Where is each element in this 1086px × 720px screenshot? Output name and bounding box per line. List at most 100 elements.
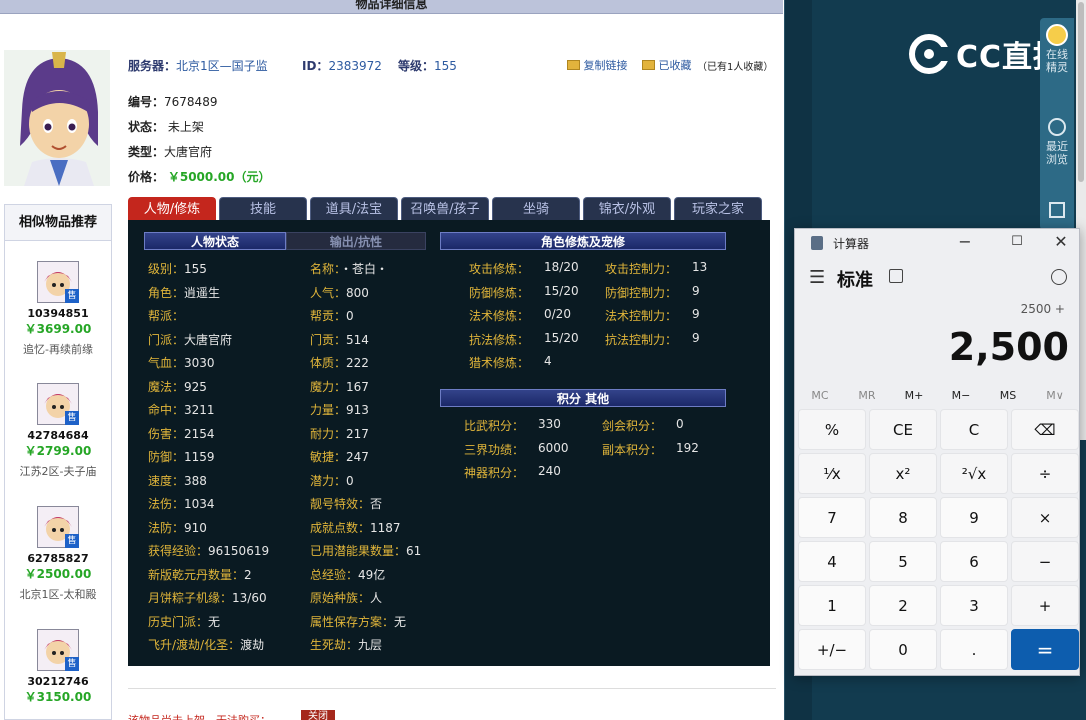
- memory-button[interactable]: M−: [939, 389, 983, 402]
- stat-label: 伤害：: [148, 426, 185, 441]
- calc-key[interactable]: 7: [798, 497, 866, 538]
- calc-key[interactable]: CE: [869, 409, 937, 450]
- edit-button[interactable]: [1040, 202, 1074, 218]
- stat-label: 级别：: [148, 262, 185, 276]
- similar-item[interactable]: 售 10394851 ￥3699.00 追忆-再续前缘: [5, 261, 111, 357]
- tab-mounts[interactable]: 坐骑: [492, 197, 580, 220]
- collected-button[interactable]: 已收藏: [642, 57, 692, 73]
- tab-items[interactable]: 道具/法宝: [310, 197, 398, 220]
- similar-item[interactable]: 售 30212746 ￥3150.00: [5, 629, 111, 705]
- memory-button[interactable]: M∨: [1033, 389, 1077, 402]
- calc-key[interactable]: .: [940, 629, 1008, 670]
- close-button[interactable]: 关闭: [301, 710, 335, 720]
- calc-key[interactable]: 2: [869, 585, 937, 626]
- stat-value: 渡劫: [240, 638, 265, 652]
- divider: [128, 688, 776, 689]
- online-sprite-button[interactable]: 在线 精灵: [1040, 24, 1074, 74]
- stat-value: 1159: [184, 450, 215, 464]
- calc-key[interactable]: ÷: [1011, 453, 1079, 494]
- calc-key[interactable]: 4: [798, 541, 866, 582]
- stat-value: 925: [184, 379, 207, 394]
- training-value: 18/20: [544, 260, 579, 274]
- calculator-app-icon: [811, 236, 823, 250]
- points-value: 192: [676, 440, 699, 455]
- minimize-button[interactable]: −: [945, 231, 985, 253]
- stat-row: 法防：910: [148, 519, 207, 536]
- copy-link-button[interactable]: 复制链接: [567, 57, 628, 73]
- calc-key[interactable]: 1: [798, 585, 866, 626]
- similar-item[interactable]: 售 42784684 ￥2799.00 江苏2区-夫子庙: [5, 383, 111, 479]
- price-value: ￥5000.00（元）: [167, 170, 271, 184]
- calc-key[interactable]: 8: [869, 497, 937, 538]
- calc-key[interactable]: ¹⁄x: [798, 453, 866, 494]
- folder-icon: [567, 60, 580, 70]
- stat-row: 抗法修炼：: [469, 331, 529, 348]
- training-value: 0/20: [544, 307, 571, 321]
- points-value: 330: [538, 417, 561, 431]
- similar-item[interactable]: 售 62785827 ￥2500.00 北京1区-太和殿: [5, 506, 111, 602]
- hamburger-menu-icon[interactable]: ☰: [809, 267, 825, 288]
- scrollbar-thumb[interactable]: [1078, 2, 1084, 182]
- stat-label: 命中：: [148, 403, 185, 417]
- calc-key[interactable]: ²√x: [940, 453, 1008, 494]
- tab-skills[interactable]: 技能: [219, 197, 307, 220]
- tab-character[interactable]: 人物/修炼: [128, 197, 216, 220]
- history-icon[interactable]: [1051, 269, 1067, 285]
- stat-row: 猎术修炼：: [469, 354, 529, 371]
- keep-on-top-icon[interactable]: [889, 269, 903, 283]
- calc-key[interactable]: 9: [940, 497, 1008, 538]
- stat-label: 靓号特效：: [310, 497, 371, 511]
- section-header-output[interactable]: 输出/抗性: [286, 232, 426, 250]
- calc-key[interactable]: −: [1011, 541, 1079, 582]
- stat-row: 潜力：0: [310, 472, 354, 489]
- memory-button[interactable]: MR: [845, 389, 889, 402]
- calc-key[interactable]: =: [1011, 629, 1079, 670]
- calc-key[interactable]: %: [798, 409, 866, 450]
- sprite-icon: [1046, 24, 1068, 46]
- stat-row: 名称：・苍白・: [310, 260, 388, 277]
- stat-label: 防御：: [148, 450, 185, 464]
- character-avatar: [4, 50, 110, 186]
- stat-label: 法术控制力：: [605, 309, 678, 323]
- calc-key[interactable]: 6: [940, 541, 1008, 582]
- item-thumbnail: 售: [37, 506, 79, 548]
- maximize-button[interactable]: ☐: [997, 231, 1037, 253]
- stat-value: 96150619: [208, 544, 270, 558]
- calc-key[interactable]: 0: [869, 629, 937, 670]
- calc-key[interactable]: +: [1011, 585, 1079, 626]
- training-value: 15/20: [544, 283, 579, 298]
- stat-row: 历史门派：无: [148, 613, 220, 630]
- stat-value: 514: [346, 332, 369, 347]
- stat-label: 属性保存方案：: [310, 614, 395, 629]
- stat-row: 魔力：167: [310, 378, 369, 395]
- calc-key[interactable]: x²: [869, 453, 937, 494]
- calc-key[interactable]: 5: [869, 541, 937, 582]
- tab-home[interactable]: 玩家之家: [674, 197, 762, 220]
- stat-label: 角色：: [148, 285, 185, 300]
- stat-label: 剑会积分：: [602, 419, 663, 433]
- recent-browse-button[interactable]: 最近 浏览: [1040, 118, 1074, 166]
- stat-value: ・苍白・: [340, 262, 389, 276]
- stat-label: 人气：: [310, 285, 347, 300]
- tab-pets[interactable]: 召唤兽/孩子: [401, 197, 489, 220]
- calc-key[interactable]: 3: [940, 585, 1008, 626]
- stat-row: 命中：3211: [148, 401, 215, 418]
- calc-key[interactable]: +/−: [798, 629, 866, 670]
- calc-key[interactable]: C: [940, 409, 1008, 450]
- points-value: 240: [538, 464, 561, 478]
- tab-appearance[interactable]: 锦衣/外观: [583, 197, 671, 220]
- server-value: 北京1区—国子监: [176, 59, 268, 73]
- calc-key[interactable]: ×: [1011, 497, 1079, 538]
- memory-button[interactable]: MS: [986, 389, 1030, 402]
- memory-button[interactable]: MC: [798, 389, 842, 402]
- calc-key[interactable]: ⌫: [1011, 409, 1079, 450]
- section-header-status[interactable]: 人物状态: [144, 232, 286, 250]
- stat-value: 155: [184, 262, 207, 276]
- close-window-button[interactable]: ✕: [1041, 231, 1081, 253]
- control-value: 13: [692, 260, 708, 274]
- stat-label: 门贡：: [310, 332, 347, 347]
- level-value: 155: [434, 59, 457, 73]
- memory-button[interactable]: M+: [892, 389, 936, 402]
- stat-value: 2: [244, 567, 252, 582]
- stat-row: 气血：3030: [148, 354, 215, 371]
